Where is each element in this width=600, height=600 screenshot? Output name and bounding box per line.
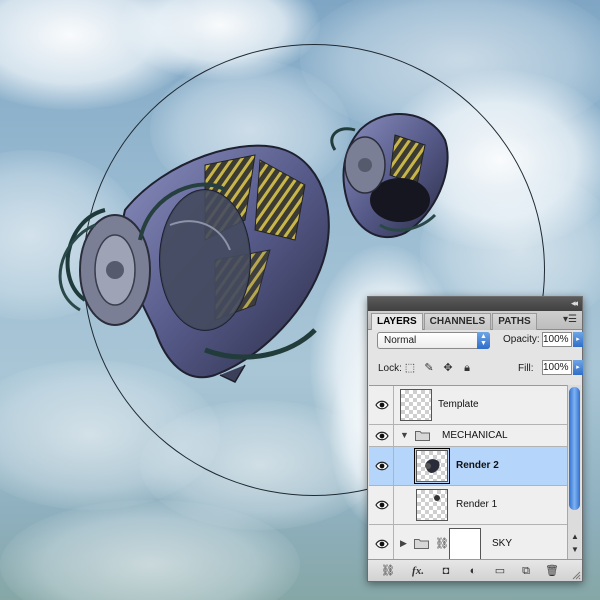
blend-mode-select[interactable]: Normal ▲ ▼ xyxy=(377,332,490,349)
layer-thumbnail xyxy=(400,389,432,421)
folder-icon xyxy=(415,431,430,441)
blend-mode-value: Normal xyxy=(384,335,417,346)
render-thumbnail-icon xyxy=(425,459,440,473)
visibility-toggle[interactable] xyxy=(369,525,394,559)
panel-menu-icon[interactable]: ▾☰ xyxy=(563,314,577,325)
lock-position-icon[interactable]: ✥ xyxy=(441,361,455,375)
layer-thumbnail xyxy=(416,489,448,521)
scroll-up-icon[interactable]: ▲ xyxy=(569,531,581,543)
fill-dropdown-icon[interactable]: ▸ xyxy=(573,360,583,375)
scroll-down-icon[interactable]: ▼ xyxy=(569,544,581,556)
layer-name: Template xyxy=(438,399,479,410)
mask-link-icon[interactable]: ⛓ xyxy=(435,537,449,550)
link-icon[interactable]: ⛓ xyxy=(380,564,396,578)
collapse-panel-icon[interactable]: ◂◂ xyxy=(571,298,578,309)
panel-footer: ⛓ fx. ◘ ◐ ▭ ⧉ 🗑︎ xyxy=(368,559,582,581)
lock-fill-row: Lock: ⬚ ✎ ✥ 🔒︎ Fill: 100% ▸ xyxy=(376,360,583,378)
folder-icon xyxy=(414,539,429,549)
group-mechanical[interactable]: ▼ MECHANICAL xyxy=(369,425,567,447)
opacity-field[interactable]: 100% xyxy=(542,332,572,347)
mechanical-render-small xyxy=(330,113,449,239)
opacity-dropdown-icon[interactable]: ▸ xyxy=(573,332,583,347)
lock-transparency-icon[interactable]: ⬚ xyxy=(403,361,417,375)
panel-tabs: LAYERS CHANNELS PATHS ▾☰ xyxy=(368,311,582,330)
layer-template[interactable]: Template xyxy=(369,386,567,425)
fill-label: Fill: xyxy=(518,363,534,374)
visibility-toggle[interactable] xyxy=(369,386,394,424)
panel-titlebar[interactable]: ◂◂ xyxy=(368,297,582,311)
expand-triangle-icon[interactable]: ▼ xyxy=(400,430,409,440)
fx-icon[interactable]: fx. xyxy=(410,564,426,578)
eye-icon xyxy=(375,400,389,410)
layer-mask-thumbnail xyxy=(449,528,481,559)
layer-name: Render 2 xyxy=(456,460,499,471)
resize-grip-icon[interactable] xyxy=(572,571,581,580)
tab-channels[interactable]: CHANNELS xyxy=(423,313,492,330)
new-layer-icon[interactable]: ⧉ xyxy=(518,564,534,578)
layer-thumbnail xyxy=(414,448,450,484)
lock-all-icon[interactable]: 🔒︎ xyxy=(460,361,474,375)
trash-icon[interactable]: 🗑︎ xyxy=(544,564,560,578)
eye-icon xyxy=(375,461,389,471)
visibility-toggle[interactable] xyxy=(369,425,394,446)
tab-paths[interactable]: PATHS xyxy=(492,313,537,330)
lock-label: Lock: xyxy=(378,363,402,374)
lock-brush-icon[interactable]: ✎ xyxy=(422,361,436,375)
layer-render-2[interactable]: Render 2 xyxy=(369,447,567,486)
mask-icon[interactable]: ◘ xyxy=(438,564,454,578)
layer-name: Render 1 xyxy=(456,499,498,510)
layers-panel: ◂◂ LAYERS CHANNELS PATHS ▾☰ Normal ▲ ▼ Op… xyxy=(367,296,583,582)
group-sky[interactable]: ▶ ⛓ SKY xyxy=(369,525,567,559)
tab-layers[interactable]: LAYERS xyxy=(371,313,423,330)
visibility-toggle[interactable] xyxy=(369,447,394,485)
render-thumbnail-icon xyxy=(434,495,440,501)
folder-icon[interactable]: ▭ xyxy=(492,564,508,578)
select-arrows-icon: ▲ ▼ xyxy=(477,332,490,349)
expand-triangle-icon[interactable]: ▶ xyxy=(400,538,407,549)
layers-list: Template ▼ MECHANICAL Render 2 Render 1 … xyxy=(369,385,567,559)
visibility-toggle[interactable] xyxy=(369,486,394,524)
layers-scrollbar[interactable]: ▲ ▼ xyxy=(567,385,581,559)
fill-field[interactable]: 100% xyxy=(542,360,572,375)
group-name: SKY xyxy=(492,538,513,549)
blend-opacity-row: Normal ▲ ▼ Opacity: 100% ▸ xyxy=(376,332,583,350)
group-name: MECHANICAL xyxy=(442,430,508,441)
layer-render-1[interactable]: Render 1 xyxy=(369,486,567,525)
opacity-label: Opacity: xyxy=(503,334,540,345)
mechanical-render-large xyxy=(58,144,330,383)
eye-icon xyxy=(375,431,389,440)
adjustment-icon[interactable]: ◐ xyxy=(465,564,481,578)
eye-icon xyxy=(375,539,389,549)
scrollbar-thumb[interactable] xyxy=(569,387,580,510)
eye-icon xyxy=(375,500,389,510)
